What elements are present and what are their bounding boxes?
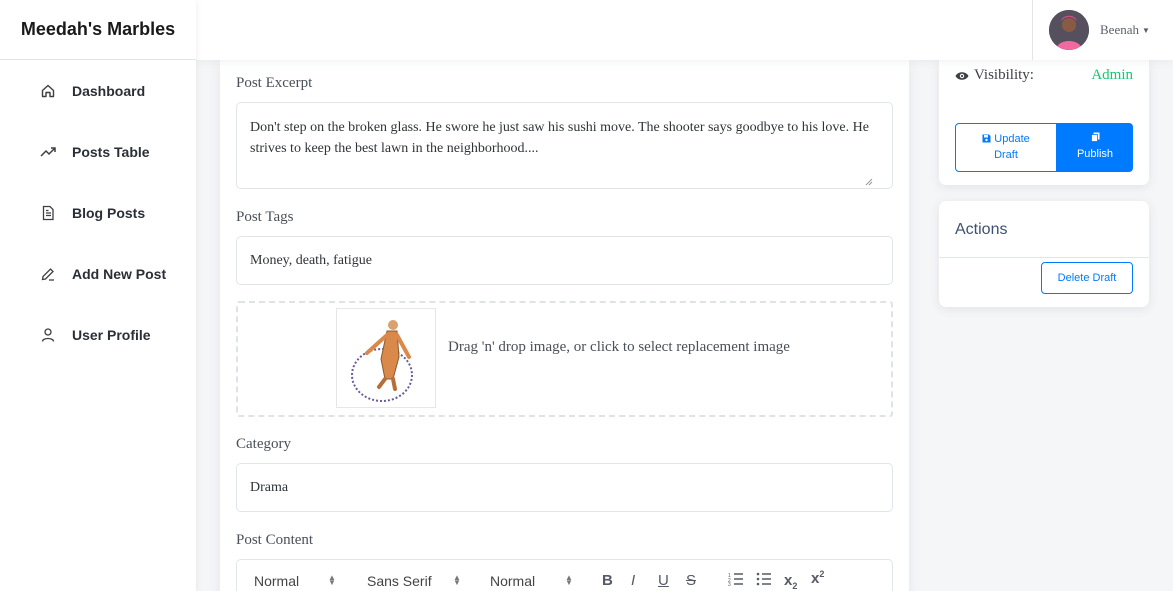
ordered-list-icon[interactable]: 123 bbox=[728, 572, 744, 590]
sidebar-item-user-profile[interactable]: User Profile bbox=[0, 304, 196, 365]
tags-input[interactable]: Money, death, fatigue bbox=[236, 236, 893, 285]
visibility-label: Visibility: bbox=[974, 67, 1034, 83]
publish-card: Visibility: Admin Update Draft Publish bbox=[939, 60, 1149, 185]
subscript-icon[interactable]: x2 bbox=[784, 572, 797, 591]
updown-arrows-icon: ▲ ▼ bbox=[328, 573, 336, 587]
files-icon bbox=[1090, 132, 1100, 147]
sidebar-item-label: Add New Post bbox=[72, 265, 167, 282]
avatar bbox=[1049, 10, 1089, 50]
tags-label: Post Tags bbox=[236, 209, 294, 225]
trending-icon bbox=[40, 144, 56, 160]
bold-button[interactable]: B bbox=[602, 572, 613, 589]
visibility-value[interactable]: Admin bbox=[1091, 67, 1133, 84]
sidebar-item-label: Blog Posts bbox=[72, 204, 146, 221]
sidebar-item-label: Posts Table bbox=[72, 143, 150, 160]
post-editor-card: Post Excerpt Don't step on the broken gl… bbox=[220, 60, 909, 591]
excerpt-textarea[interactable]: Don't step on the broken glass. He swore… bbox=[236, 102, 893, 189]
update-draft-label-line2: Draft bbox=[994, 149, 1018, 161]
underline-button[interactable]: U bbox=[658, 572, 669, 589]
italic-button[interactable]: I bbox=[631, 572, 635, 589]
superscript-icon[interactable]: x2 bbox=[811, 569, 824, 587]
size-select[interactable]: Normal ▲ ▼ bbox=[490, 573, 573, 589]
header-select-value: Normal bbox=[254, 573, 300, 589]
actions-title: Actions bbox=[955, 221, 1008, 238]
save-icon bbox=[982, 133, 991, 148]
update-draft-button[interactable]: Update Draft bbox=[955, 123, 1057, 172]
strike-button[interactable]: S bbox=[686, 572, 696, 589]
excerpt-label: Post Excerpt bbox=[236, 75, 313, 91]
sidebar-item-blog-posts[interactable]: Blog Posts bbox=[0, 182, 196, 243]
dropzone-text: Drag 'n' drop image, or click to select … bbox=[448, 339, 790, 355]
resize-handle-icon[interactable] bbox=[865, 178, 873, 186]
bullet-list-icon[interactable] bbox=[756, 572, 772, 590]
visibility-row: Visibility: Admin bbox=[955, 67, 1133, 84]
size-select-value: Normal bbox=[490, 573, 536, 589]
update-draft-label-line1: Update bbox=[994, 133, 1030, 145]
editor-toolbar: Normal ▲ ▼ Sans Serif ▲ ▼ Normal ▲ ▼ B I U … bbox=[236, 559, 893, 591]
updown-arrows-icon: ▲ ▼ bbox=[565, 573, 573, 587]
post-image-thumbnail bbox=[336, 308, 436, 408]
category-select[interactable]: Drama bbox=[236, 463, 893, 512]
sidebar-item-add-new-post[interactable]: Add New Post bbox=[0, 243, 196, 304]
publish-button[interactable]: Publish bbox=[1057, 123, 1133, 172]
content-label: Post Content bbox=[236, 532, 314, 548]
font-select[interactable]: Sans Serif ▲ ▼ bbox=[367, 573, 461, 589]
actions-card: Actions Delete Draft bbox=[939, 201, 1149, 307]
sidebar-item-label: Dashboard bbox=[72, 82, 146, 99]
home-icon bbox=[40, 83, 56, 99]
brand-title[interactable]: Meedah's Marbles bbox=[0, 0, 196, 60]
divider bbox=[939, 257, 1149, 258]
delete-draft-button[interactable]: Delete Draft bbox=[1041, 262, 1133, 294]
svg-text:3: 3 bbox=[728, 582, 731, 586]
sidebar-item-dashboard[interactable]: Dashboard bbox=[0, 60, 196, 121]
user-icon bbox=[40, 327, 56, 343]
sidebar-nav: Dashboard Posts Table Blog Posts Add New… bbox=[0, 60, 196, 365]
font-select-value: Sans Serif bbox=[367, 573, 432, 589]
sidebar: Meedah's Marbles Dashboard Posts Table B… bbox=[0, 0, 196, 591]
publish-label: Publish bbox=[1076, 148, 1114, 160]
category-label: Category bbox=[236, 436, 291, 452]
eye-icon bbox=[955, 71, 969, 81]
pencil-icon bbox=[40, 266, 56, 282]
document-icon bbox=[40, 205, 56, 221]
header-select[interactable]: Normal ▲ ▼ bbox=[254, 573, 336, 589]
user-name: Beenah bbox=[1100, 22, 1139, 37]
top-navbar: Beenah ▼ bbox=[196, 0, 1173, 60]
sidebar-item-label: User Profile bbox=[72, 326, 151, 343]
sidebar-item-posts-table[interactable]: Posts Table bbox=[0, 121, 196, 182]
chevron-down-icon: ▼ bbox=[1141, 25, 1150, 35]
updown-arrows-icon: ▲ ▼ bbox=[453, 573, 461, 587]
image-dropzone[interactable]: Drag 'n' drop image, or click to select … bbox=[236, 301, 893, 417]
user-menu-toggle[interactable]: Beenah ▼ bbox=[1032, 0, 1173, 60]
